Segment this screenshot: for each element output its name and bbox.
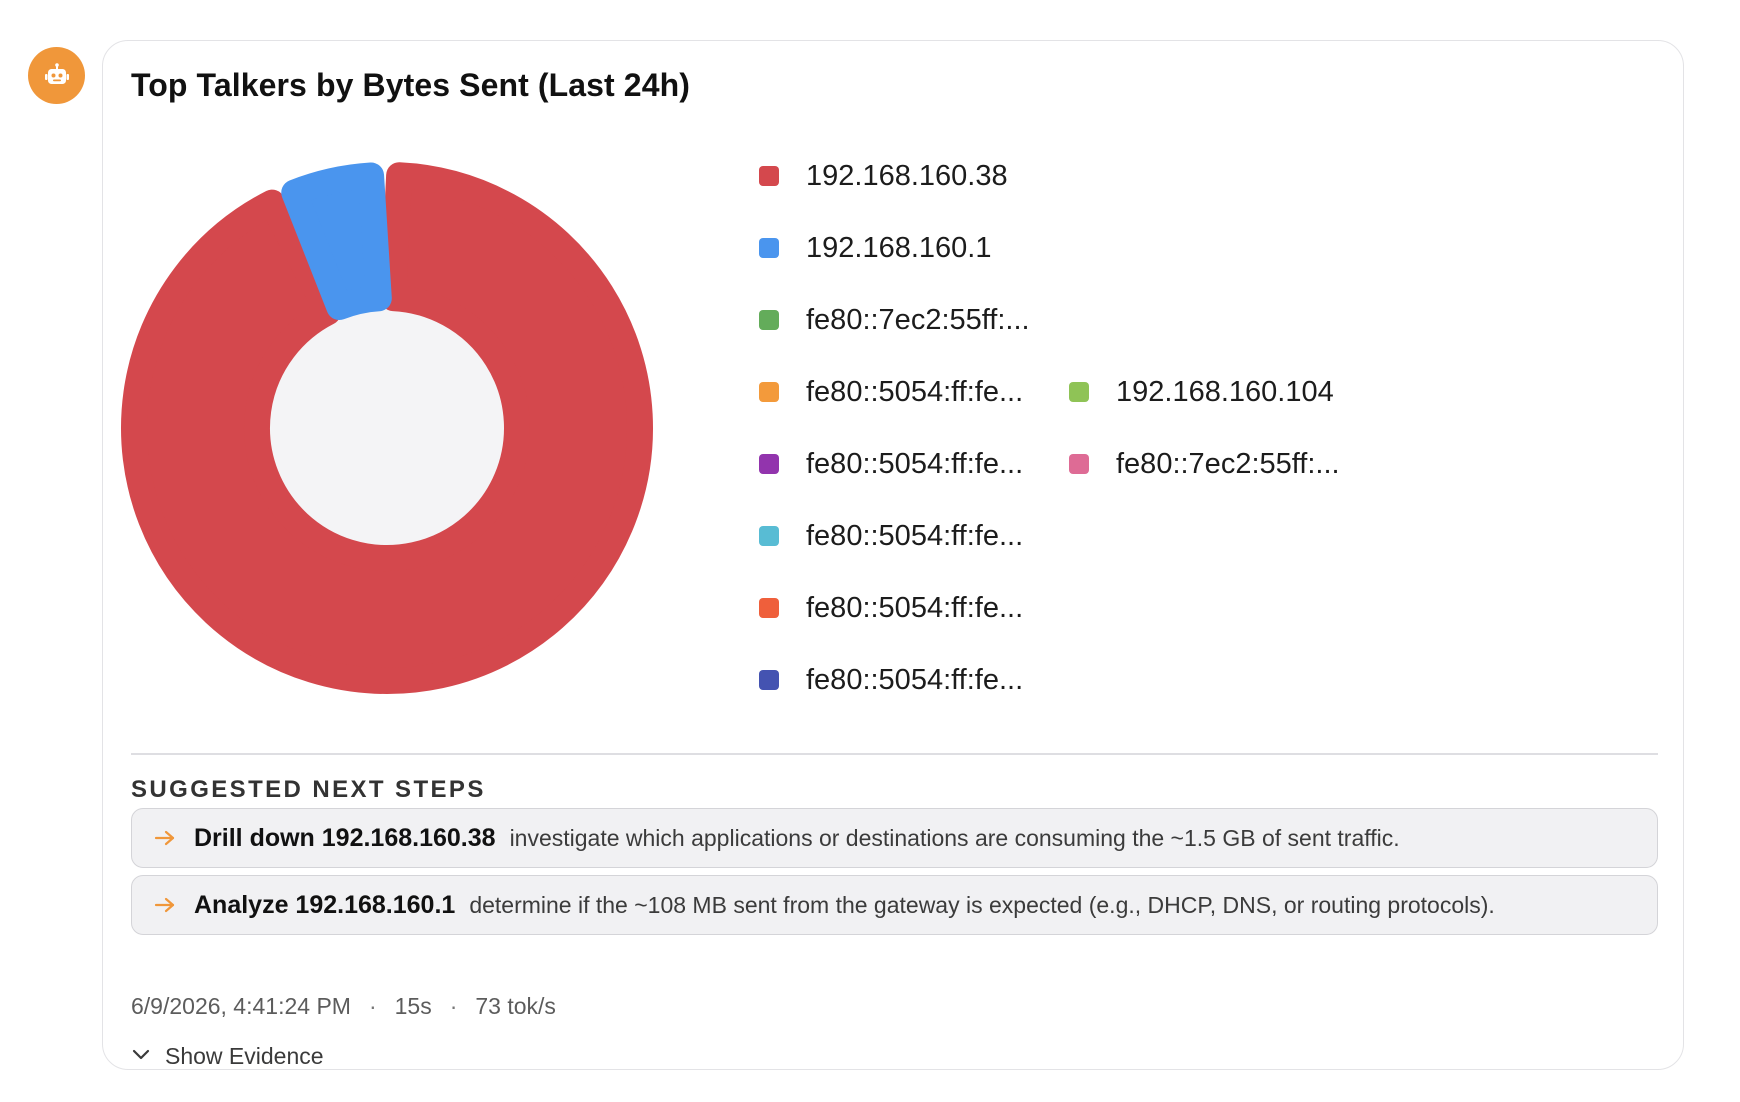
assistant-avatar — [28, 47, 85, 104]
arrow-right-icon — [154, 829, 176, 847]
meta-separator: · — [368, 993, 377, 1019]
donut-chart — [121, 162, 653, 694]
section-divider — [131, 753, 1658, 755]
suggestion-analyze[interactable]: Analyze 192.168.160.1 determine if the ~… — [131, 875, 1658, 935]
timestamp: 6/9/2026, 4:41:24 PM — [131, 993, 351, 1019]
chart-response-card: Top Talkers by Bytes Sent (Last 24h) 192… — [102, 40, 1684, 1070]
chevron-down-icon — [131, 1047, 151, 1066]
suggested-steps-heading: SUGGESTED NEXT STEPS — [131, 776, 486, 803]
show-evidence-label: Show Evidence — [165, 1043, 324, 1069]
meta-separator: · — [449, 993, 458, 1019]
suggestion-description: determine if the ~108 MB sent from the g… — [469, 891, 1495, 918]
token-speed: 73 tok/s — [475, 993, 556, 1019]
arrow-right-icon — [154, 896, 176, 914]
suggestion-title: Drill down 192.168.160.38 — [194, 823, 496, 852]
duration: 15s — [394, 993, 432, 1019]
show-evidence-toggle[interactable]: Show Evidence — [131, 1043, 324, 1070]
response-meta: 6/9/2026, 4:41:24 PM · 15s · 73 tok/s — [131, 993, 556, 1020]
suggestion-description: investigate which applications or destin… — [509, 824, 1400, 851]
suggestion-drill-down[interactable]: Drill down 192.168.160.38 investigate wh… — [131, 808, 1658, 868]
suggestion-title: Analyze 192.168.160.1 — [194, 890, 456, 919]
robot-icon — [44, 62, 69, 84]
